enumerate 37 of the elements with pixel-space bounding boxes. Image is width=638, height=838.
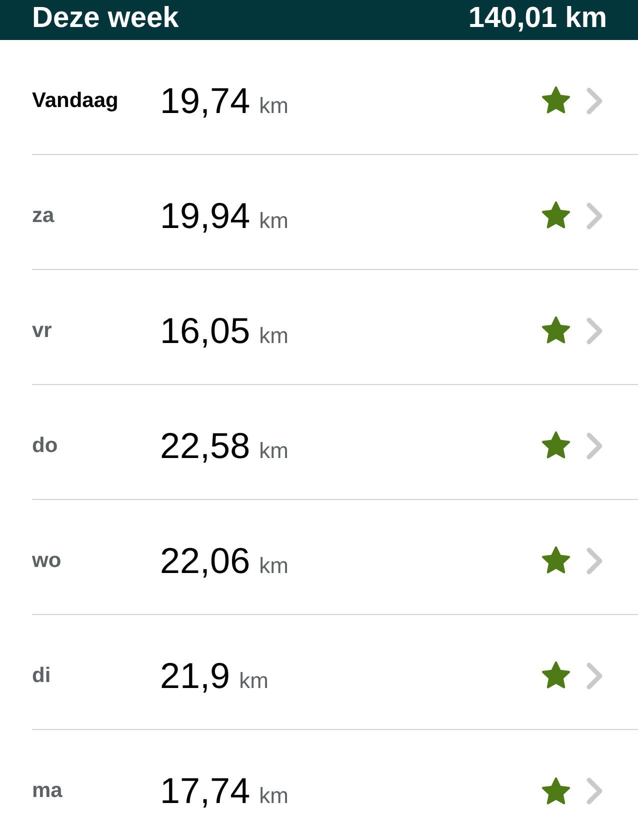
day-row[interactable]: ma 17,74 km: [32, 730, 638, 838]
chevron-right-icon: [585, 430, 605, 460]
distance-value: 19,94: [160, 198, 250, 234]
distance-unit: km: [239, 670, 268, 692]
distance-value: 22,58: [160, 428, 250, 464]
day-row[interactable]: di 21,9 km: [32, 615, 638, 730]
distance-unit: km: [259, 324, 288, 346]
chevron-right-icon: [585, 200, 605, 230]
chevron-right-icon: [585, 316, 605, 346]
day-row[interactable]: za 19,94 km: [32, 155, 638, 270]
chevron-right-icon: [585, 660, 605, 690]
day-label: ma: [32, 778, 64, 804]
distance-unit: km: [259, 210, 288, 232]
distance-value: 17,74: [160, 773, 250, 809]
distance-value: 19,74: [160, 82, 250, 118]
distance-unit: km: [259, 94, 288, 116]
chevron-right-icon: [585, 776, 605, 806]
distance-unit: km: [259, 554, 288, 576]
day-label: vr: [32, 318, 53, 344]
day-label: za: [32, 202, 56, 229]
day-row[interactable]: vr 16,05 km: [32, 270, 638, 385]
week-total: 140,01 km: [468, 4, 607, 33]
distance-value: 22,06: [160, 542, 250, 578]
distance-unit: km: [259, 440, 288, 462]
day-row[interactable]: wo 22,06 km: [32, 500, 638, 615]
distance-value: 21,9: [160, 658, 230, 694]
chevron-right-icon: [585, 546, 605, 576]
chevron-right-icon: [585, 86, 605, 116]
header-title: Deze week: [32, 4, 179, 33]
distance-unit: km: [259, 785, 288, 807]
day-label: di: [32, 662, 52, 689]
day-label: wo: [32, 548, 62, 574]
day-label: Vandaag: [32, 88, 120, 114]
day-label: do: [32, 432, 59, 459]
day-row[interactable]: do 22,58 km: [32, 385, 638, 500]
day-row[interactable]: Vandaag 19,74 km: [32, 40, 638, 155]
distance-value: 16,05: [160, 312, 250, 348]
